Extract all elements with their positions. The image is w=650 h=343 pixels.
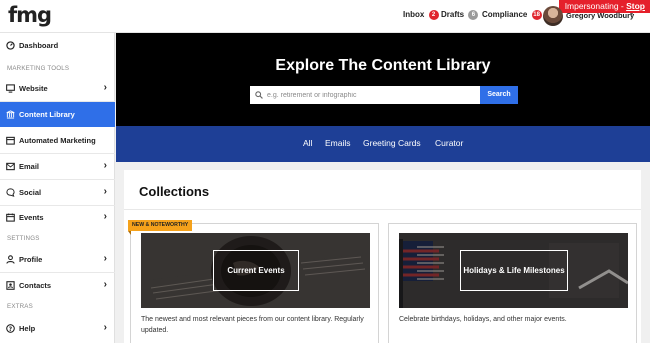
collections-heading: Collections <box>139 184 210 199</box>
current-events-image: Current Events <box>141 233 370 308</box>
new-noteworthy-ribbon: NEW & NOTEWORTHY <box>128 220 193 231</box>
sidebar-item-content-library[interactable]: Content Library <box>0 102 115 127</box>
sidebar-item-label: Email <box>19 162 40 171</box>
collection-card-current-events[interactable]: NEW & NOTEWORTHY Current Events The newe… <box>128 220 379 343</box>
email-icon <box>6 162 15 171</box>
sidebar-item-social[interactable]: Social › <box>0 180 115 205</box>
sidebar-item-help[interactable]: ? Help › <box>0 316 115 341</box>
dashboard-icon <box>6 41 15 50</box>
sidebar-item-label: Automated Marketing <box>19 136 96 145</box>
top-bar: fmg Impersonating - Stop Inbox 2 Drafts … <box>0 0 650 33</box>
holidays-image: Holidays & Life Milestones <box>399 233 628 308</box>
sidebar: Dashboard MARKETING TOOLS Website › Cont… <box>0 33 115 343</box>
tab-emails[interactable]: Emails <box>325 138 351 148</box>
sidebar-item-label: Social <box>19 188 42 197</box>
current-events-description: The newest and most relevant pieces from… <box>141 316 364 334</box>
monitor-icon <box>6 84 15 93</box>
sidebar-item-contacts[interactable]: Contacts › <box>0 273 115 298</box>
sidebar-item-label: Content Library <box>19 110 75 119</box>
stop-impersonating-link[interactable]: Stop <box>626 1 645 11</box>
help-icon: ? <box>6 324 15 333</box>
sidebar-item-profile[interactable]: Profile › <box>0 247 115 272</box>
holidays-description: Celebrate birthdays, holidays, and other… <box>399 316 567 323</box>
sidebar-item-label: Contacts <box>19 281 52 290</box>
sidebar-item-email[interactable]: Email › <box>0 154 115 179</box>
search-input[interactable] <box>250 86 480 104</box>
content-library-hero: Explore The Content Library Search <box>116 33 650 126</box>
sidebar-item-label: Help <box>19 324 36 333</box>
sidebar-item-label: Dashboard <box>19 41 59 50</box>
inbox-link[interactable]: Inbox 2 <box>403 10 439 20</box>
chat-bubble-icon <box>6 188 15 197</box>
collection-card-holidays-life-milestones[interactable]: Holidays & Life Milestones Celebrate bir… <box>388 223 637 343</box>
impersonating-label: Impersonating - <box>564 1 627 11</box>
drafts-count-badge: 6 <box>468 10 479 20</box>
chevron-right-icon: › <box>103 279 107 290</box>
calendar-icon <box>6 136 15 145</box>
sidebar-item-label: Profile <box>19 255 43 264</box>
divider <box>124 209 641 210</box>
inbox-count-badge: 2 <box>428 10 439 20</box>
sidebar-item-events[interactable]: Events › <box>0 205 115 230</box>
sidebar-item-dashboard[interactable]: Dashboard <box>0 33 115 58</box>
chevron-down-icon[interactable]: ▾ <box>630 11 633 18</box>
collections-panel: Collections NEW & NOTEWORTHY Current Eve… <box>116 162 650 343</box>
page-title: Explore The Content Library <box>275 57 491 74</box>
tab-all[interactable]: All <box>303 138 312 148</box>
drafts-link[interactable]: Drafts 6 <box>441 10 479 20</box>
sidebar-item-label: Website <box>19 84 48 93</box>
section-extras: EXTRAS <box>7 303 33 310</box>
chevron-right-icon: › <box>103 211 107 222</box>
chevron-right-icon: › <box>103 322 107 333</box>
sidebar-item-label: Events <box>19 213 44 222</box>
tab-greeting-cards[interactable]: Greeting Cards <box>363 138 421 148</box>
holidays-label: Holidays & Life Milestones <box>460 250 568 291</box>
chevron-right-icon: › <box>103 186 107 197</box>
current-events-label: Current Events <box>213 250 299 291</box>
compliance-link[interactable]: Compliance 18 <box>482 10 542 20</box>
drafts-label: Drafts <box>441 10 465 20</box>
chevron-right-icon: › <box>103 160 107 171</box>
compliance-count-badge: 18 <box>531 10 542 20</box>
contacts-icon <box>6 281 15 290</box>
chevron-right-icon: › <box>103 253 107 264</box>
inbox-label: Inbox <box>403 10 425 20</box>
fmg-logo[interactable]: fmg <box>8 3 52 27</box>
ribbon-fold <box>128 231 131 235</box>
user-avatar[interactable] <box>543 6 563 26</box>
collections-container: Collections NEW & NOTEWORTHY Current Eve… <box>124 170 641 343</box>
user-icon <box>6 255 15 264</box>
section-marketing-tools: MARKETING TOOLS <box>7 65 70 72</box>
content-type-tabs: All Emails Greeting Cards Curator <box>116 126 650 162</box>
calendar-icon <box>6 213 15 222</box>
chevron-right-icon: › <box>103 82 107 93</box>
library-icon <box>6 110 15 119</box>
search-button[interactable]: Search <box>480 86 518 104</box>
compliance-label: Compliance <box>482 10 528 20</box>
user-menu-name[interactable]: Gregory Woodbury <box>566 11 634 20</box>
sidebar-item-website[interactable]: Website › <box>0 76 115 101</box>
sidebar-item-automated-marketing[interactable]: Automated Marketing <box>0 128 115 153</box>
section-settings: SETTINGS <box>7 235 40 242</box>
tab-curator[interactable]: Curator <box>435 138 463 148</box>
search-icon <box>255 91 263 99</box>
